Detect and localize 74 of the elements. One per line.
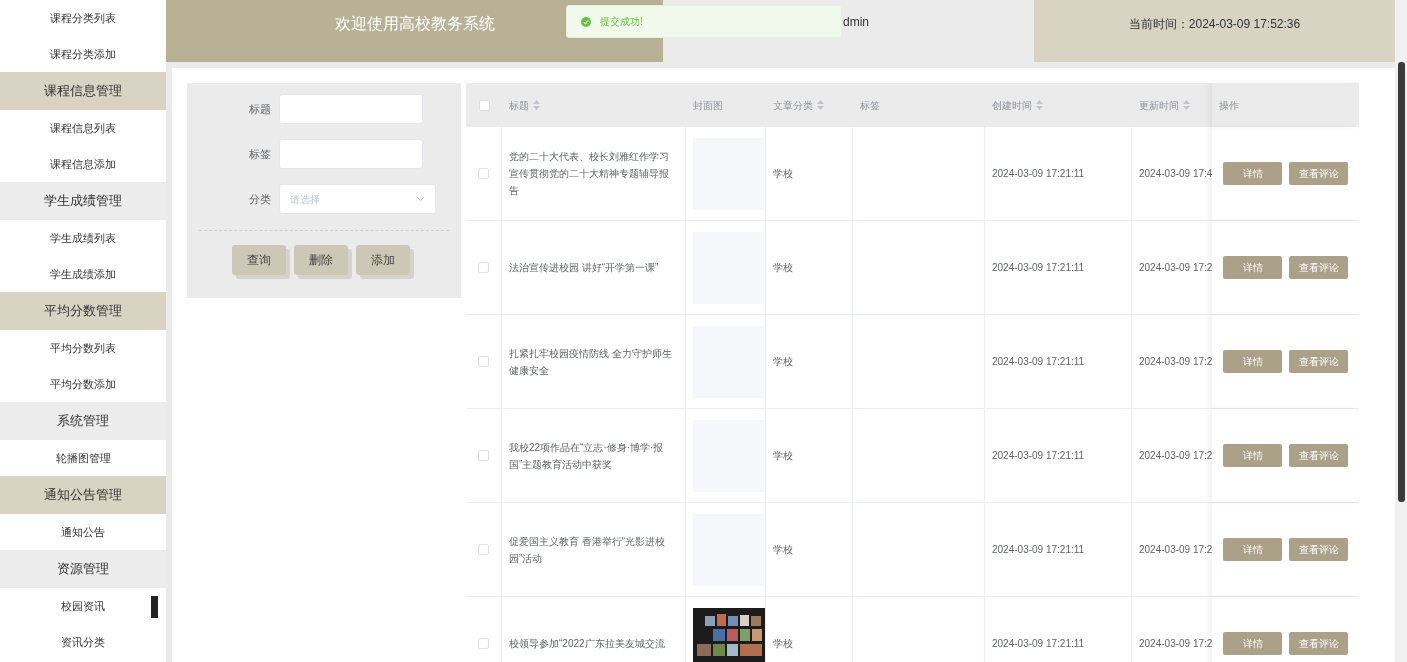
sidebar-group[interactable]: 系统管理 (0, 402, 166, 440)
article-title: 我校22项作品在“立志·修身·博学·报国”主题教育活动中获奖 (509, 440, 665, 472)
user-name: dmin (843, 15, 869, 29)
sidebar-item[interactable]: 课程信息列表 (0, 110, 166, 146)
checkbox[interactable] (478, 638, 489, 649)
article-title: 扎紧扎牢校园疫情防线 全力守护师生健康安全 (509, 346, 673, 378)
check-circle-icon (581, 16, 591, 27)
created-time: 2024-03-09 17:21:11 (992, 543, 1085, 557)
updated-time: 2024-03-09 17:2 (1139, 355, 1213, 369)
checkbox[interactable] (478, 356, 489, 367)
article-title: 党的二十大代表、校长刘雅红作学习宣传贯彻党的二十大精神专题辅导报告 (509, 150, 670, 198)
system-title: 欢迎使用高校教务系统 (334, 14, 495, 34)
toast-message: 提交成功! (600, 15, 643, 29)
sort-icon[interactable] (533, 100, 540, 110)
created-time: 2024-03-09 17:21:11 (992, 449, 1085, 463)
category-cell-text: 学校 (773, 355, 793, 369)
field-label: 标题 (248, 101, 272, 117)
sidebar-item[interactable]: 课程分类列表 (0, 0, 166, 36)
category-cell-text: 学校 (773, 449, 793, 463)
sidebar-group[interactable]: 平均分数管理 (0, 292, 166, 330)
input-field[interactable] (279, 139, 423, 169)
column-header: 文章分类 (773, 98, 813, 113)
sidebar-item[interactable]: 平均分数添加 (0, 366, 166, 402)
checkbox[interactable] (478, 544, 489, 555)
column-header: 标签 (860, 98, 880, 113)
checkbox[interactable] (478, 262, 489, 273)
chevron-down-icon (416, 196, 425, 202)
column-header: 操作 (1219, 98, 1239, 113)
created-time: 2024-03-09 17:21:11 (992, 261, 1085, 275)
created-time: 2024-03-09 17:21:11 (992, 167, 1085, 181)
sidebar-group[interactable]: 资源管理 (0, 550, 166, 588)
article-title: 促爱国主义教育 香港举行“光影进校园”活动 (509, 534, 667, 566)
sidebar-item[interactable]: 校园资讯 (0, 588, 166, 624)
category-cell-text: 学校 (773, 261, 793, 275)
field-label: 标签 (248, 146, 272, 162)
updated-time: 2024-03-09 17:2 (1139, 261, 1213, 275)
updated-time: 2024-03-09 17:2 (1139, 449, 1213, 463)
created-time: 2024-03-09 17:21:11 (992, 637, 1085, 651)
checkbox[interactable] (478, 450, 489, 461)
checkbox[interactable] (478, 99, 490, 111)
article-title: 校领导参加“2022广东拉美友城交流 (509, 637, 665, 651)
sort-icon[interactable] (1036, 100, 1043, 110)
sidebar-item[interactable]: 课程分类添加 (0, 36, 166, 72)
column-header: 标题 (509, 98, 529, 113)
column-header: 封面图 (693, 98, 723, 113)
sort-icon[interactable] (817, 100, 824, 110)
sidebar-item[interactable]: 课程信息添加 (0, 146, 166, 182)
category-cell-text: 学校 (773, 167, 793, 181)
updated-time: 2024-03-09 17:4 (1139, 167, 1213, 181)
updated-time: 2024-03-09 17:2 (1139, 637, 1213, 651)
column-header: 更新时间 (1139, 98, 1179, 113)
sidebar-item[interactable]: 资讯分类 (0, 624, 166, 660)
scrollbar[interactable] (1395, 0, 1407, 662)
sidebar-item[interactable]: 轮播图管理 (0, 440, 166, 476)
current-time: 当前时间：2024-03-09 17:52:36 (1128, 16, 1301, 33)
sidebar-item[interactable]: 学生成绩列表 (0, 220, 166, 256)
scrollbar-thumb[interactable] (151, 596, 158, 618)
created-time: 2024-03-09 17:21:11 (992, 355, 1085, 369)
sort-icon[interactable] (1183, 100, 1190, 110)
sidebar-item[interactable]: 平均分数列表 (0, 330, 166, 366)
input-field[interactable] (279, 94, 423, 124)
column-header: 创建时间 (992, 98, 1032, 113)
category-cell-text: 学校 (773, 543, 793, 557)
sidebar-item[interactable]: 通知公告 (0, 514, 166, 550)
checkbox[interactable] (478, 168, 489, 179)
sidebar-group[interactable]: 通知公告管理 (0, 476, 166, 514)
field-label: 分类 (248, 191, 272, 207)
scrollbar-thumb[interactable] (1398, 62, 1405, 502)
updated-time: 2024-03-09 17:2 (1139, 543, 1213, 557)
sidebar-item[interactable]: 学生成绩添加 (0, 256, 166, 292)
category-cell-text: 学校 (773, 637, 793, 651)
sidebar-group[interactable]: 学生成绩管理 (0, 182, 166, 220)
article-title: 法治宣传进校园 讲好“开学第一课” (509, 261, 659, 275)
sidebar-group[interactable]: 课程信息管理 (0, 72, 166, 110)
